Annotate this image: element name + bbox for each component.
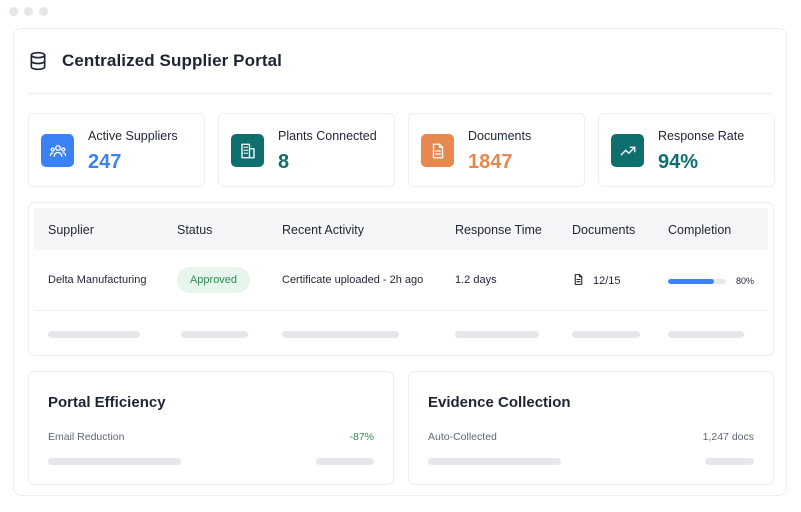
- skeleton-line: [572, 331, 640, 338]
- stat-card-documents[interactable]: Documents 1847: [408, 113, 585, 187]
- window-controls: [9, 7, 48, 16]
- portal-efficiency-card: Portal Efficiency Email Reduction -87%: [28, 371, 394, 485]
- skeleton-line: [455, 331, 539, 338]
- documents-cell: 12/15: [572, 273, 621, 289]
- skeleton-line: [428, 458, 561, 465]
- documents-count: 12/15: [593, 275, 621, 287]
- column-header-response-time[interactable]: Response Time: [455, 223, 542, 237]
- column-header-supplier[interactable]: Supplier: [48, 223, 94, 237]
- completion-percent: 80%: [736, 276, 755, 286]
- table-row[interactable]: Delta Manufacturing Approved Certificate…: [34, 250, 768, 311]
- header-divider: [28, 93, 772, 94]
- supplier-table: Supplier Status Recent Activity Response…: [28, 202, 774, 356]
- status-badge: Approved: [177, 267, 250, 293]
- card-title: Evidence Collection: [428, 394, 571, 411]
- users-icon: [41, 134, 74, 167]
- skeleton-line: [705, 458, 754, 465]
- skeleton-line: [282, 331, 399, 338]
- building-icon: [231, 134, 264, 167]
- skeleton-line: [316, 458, 374, 465]
- stat-value: 247: [88, 151, 122, 173]
- stat-value: 94%: [658, 151, 699, 173]
- stat-label: Documents: [468, 129, 532, 143]
- card-title: Portal Efficiency: [48, 394, 166, 411]
- metric-label: Auto-Collected: [428, 431, 497, 443]
- evidence-collection-card: Evidence Collection Auto-Collected 1,247…: [408, 371, 774, 485]
- document-icon: [421, 134, 454, 167]
- recent-activity: Certificate uploaded - 2h ago: [282, 274, 424, 286]
- completion-progress-fill: [668, 279, 715, 284]
- database-icon: [28, 51, 48, 71]
- column-header-completion[interactable]: Completion: [668, 223, 731, 237]
- skeleton-line: [668, 331, 744, 338]
- stat-value: 8: [278, 151, 290, 173]
- skeleton-line: [48, 458, 181, 465]
- window-dot: [24, 7, 33, 16]
- trending-up-icon: [611, 134, 644, 167]
- stat-value: 1847: [468, 151, 513, 173]
- metric-label: Email Reduction: [48, 431, 125, 443]
- supplier-name: Delta Manufacturing: [48, 274, 147, 286]
- stat-card-response-rate[interactable]: Response Rate 94%: [598, 113, 775, 187]
- window-dot: [9, 7, 18, 16]
- skeleton-line: [48, 331, 140, 338]
- stat-label: Active Suppliers: [88, 129, 178, 143]
- column-header-documents[interactable]: Documents: [572, 223, 635, 237]
- portal-window: Centralized Supplier Portal Active Suppl…: [13, 28, 787, 496]
- stats-row: Active Suppliers 247 Plants Connected 8 …: [28, 113, 775, 187]
- window-dot: [39, 7, 48, 16]
- skeleton-line: [181, 331, 248, 338]
- column-header-recent-activity[interactable]: Recent Activity: [282, 223, 364, 237]
- stat-label: Plants Connected: [278, 129, 377, 143]
- stat-card-active-suppliers[interactable]: Active Suppliers 247: [28, 113, 205, 187]
- metric-value: -87%: [349, 431, 374, 443]
- response-time: 1.2 days: [455, 274, 497, 286]
- file-icon: [572, 273, 585, 289]
- table-header: Supplier Status Recent Activity Response…: [34, 208, 768, 250]
- stat-card-plants-connected[interactable]: Plants Connected 8: [218, 113, 395, 187]
- page-title: Centralized Supplier Portal: [62, 51, 282, 70]
- column-header-status[interactable]: Status: [177, 223, 212, 237]
- completion-progress-bar: [668, 279, 726, 284]
- metric-value: 1,247 docs: [702, 431, 754, 443]
- stat-label: Response Rate: [658, 129, 745, 143]
- page-header: Centralized Supplier Portal: [28, 51, 282, 71]
